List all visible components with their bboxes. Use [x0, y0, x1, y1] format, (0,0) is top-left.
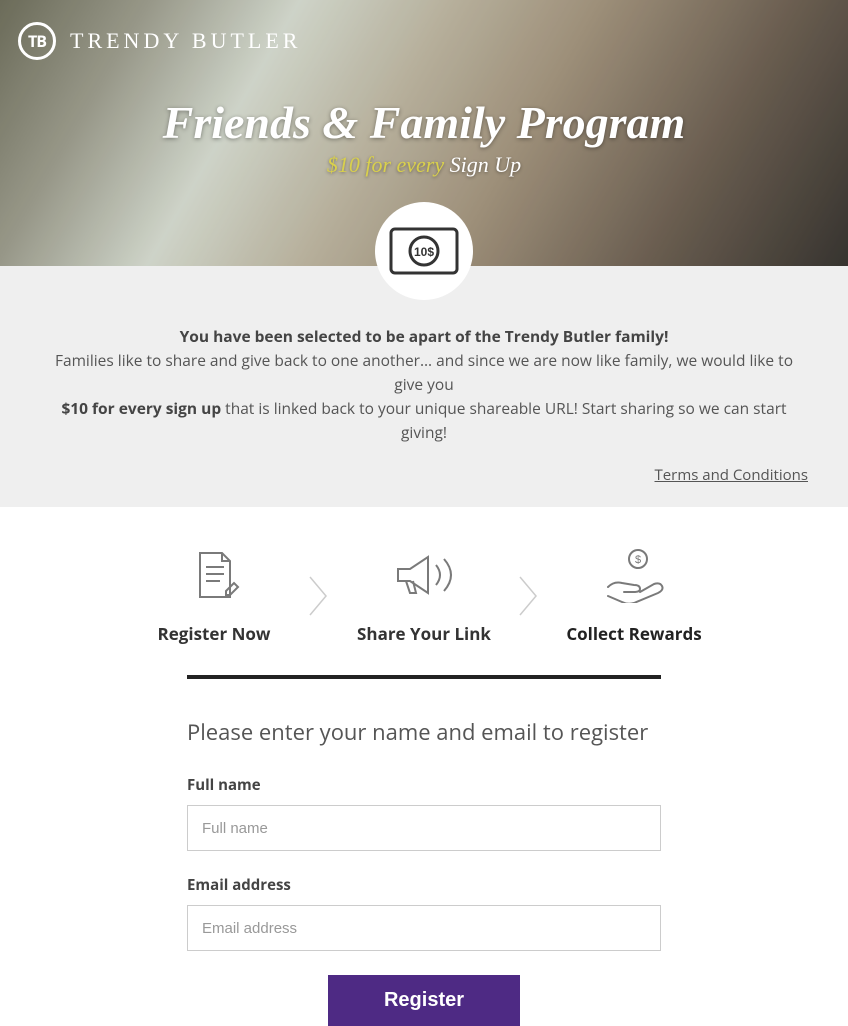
fullname-label: Full name — [187, 775, 661, 795]
hero-banner: TB TRENDY BUTLER Friends & Family Progra… — [0, 0, 848, 266]
hero-subtitle-highlight: $10 for every — [327, 152, 444, 177]
step-share: Share Your Link — [339, 547, 509, 645]
intro-body: Families like to share and give back to … — [40, 348, 808, 444]
fullname-field: Full name — [187, 775, 661, 851]
brand-logo-icon: TB — [18, 22, 56, 60]
form-heading: Please enter your name and email to regi… — [187, 717, 661, 747]
email-input[interactable] — [187, 905, 661, 951]
step-rewards-label: Collect Rewards — [549, 622, 719, 645]
bill-icon: 10$ — [389, 227, 459, 275]
terms-link[interactable]: Terms and Conditions — [655, 465, 809, 485]
step-rewards: $ Collect Rewards — [549, 547, 719, 645]
svg-text:$: $ — [635, 554, 641, 566]
register-button[interactable]: Register — [328, 975, 520, 1026]
email-field: Email address — [187, 875, 661, 951]
fullname-input[interactable] — [187, 805, 661, 851]
step-share-label: Share Your Link — [339, 622, 509, 645]
hero-subtitle: $10 for every Sign Up — [0, 152, 848, 178]
steps-divider — [187, 675, 661, 679]
document-icon — [186, 547, 242, 603]
hand-coin-icon: $ — [602, 547, 666, 603]
ten-dollar-badge: 10$ — [375, 202, 473, 300]
steps-row: Register Now Share Your Link $ Collect R… — [0, 507, 848, 663]
intro-band: You have been selected to be apart of th… — [0, 266, 848, 507]
megaphone-icon — [388, 547, 460, 603]
hero-subtitle-rest: Sign Up — [444, 152, 521, 177]
brand-name: TRENDY BUTLER — [70, 28, 301, 54]
chevron-right-icon — [299, 575, 339, 617]
register-form: Please enter your name and email to regi… — [187, 717, 661, 1026]
email-label: Email address — [187, 875, 661, 895]
chevron-right-icon — [509, 575, 549, 617]
intro-lead: You have been selected to be apart of th… — [40, 324, 808, 348]
step-register-label: Register Now — [129, 622, 299, 645]
step-register: Register Now — [129, 547, 299, 645]
svg-text:10$: 10$ — [414, 245, 434, 259]
brand-lockup: TB TRENDY BUTLER — [18, 22, 301, 60]
hero-title: Friends & Family Program — [0, 96, 848, 149]
